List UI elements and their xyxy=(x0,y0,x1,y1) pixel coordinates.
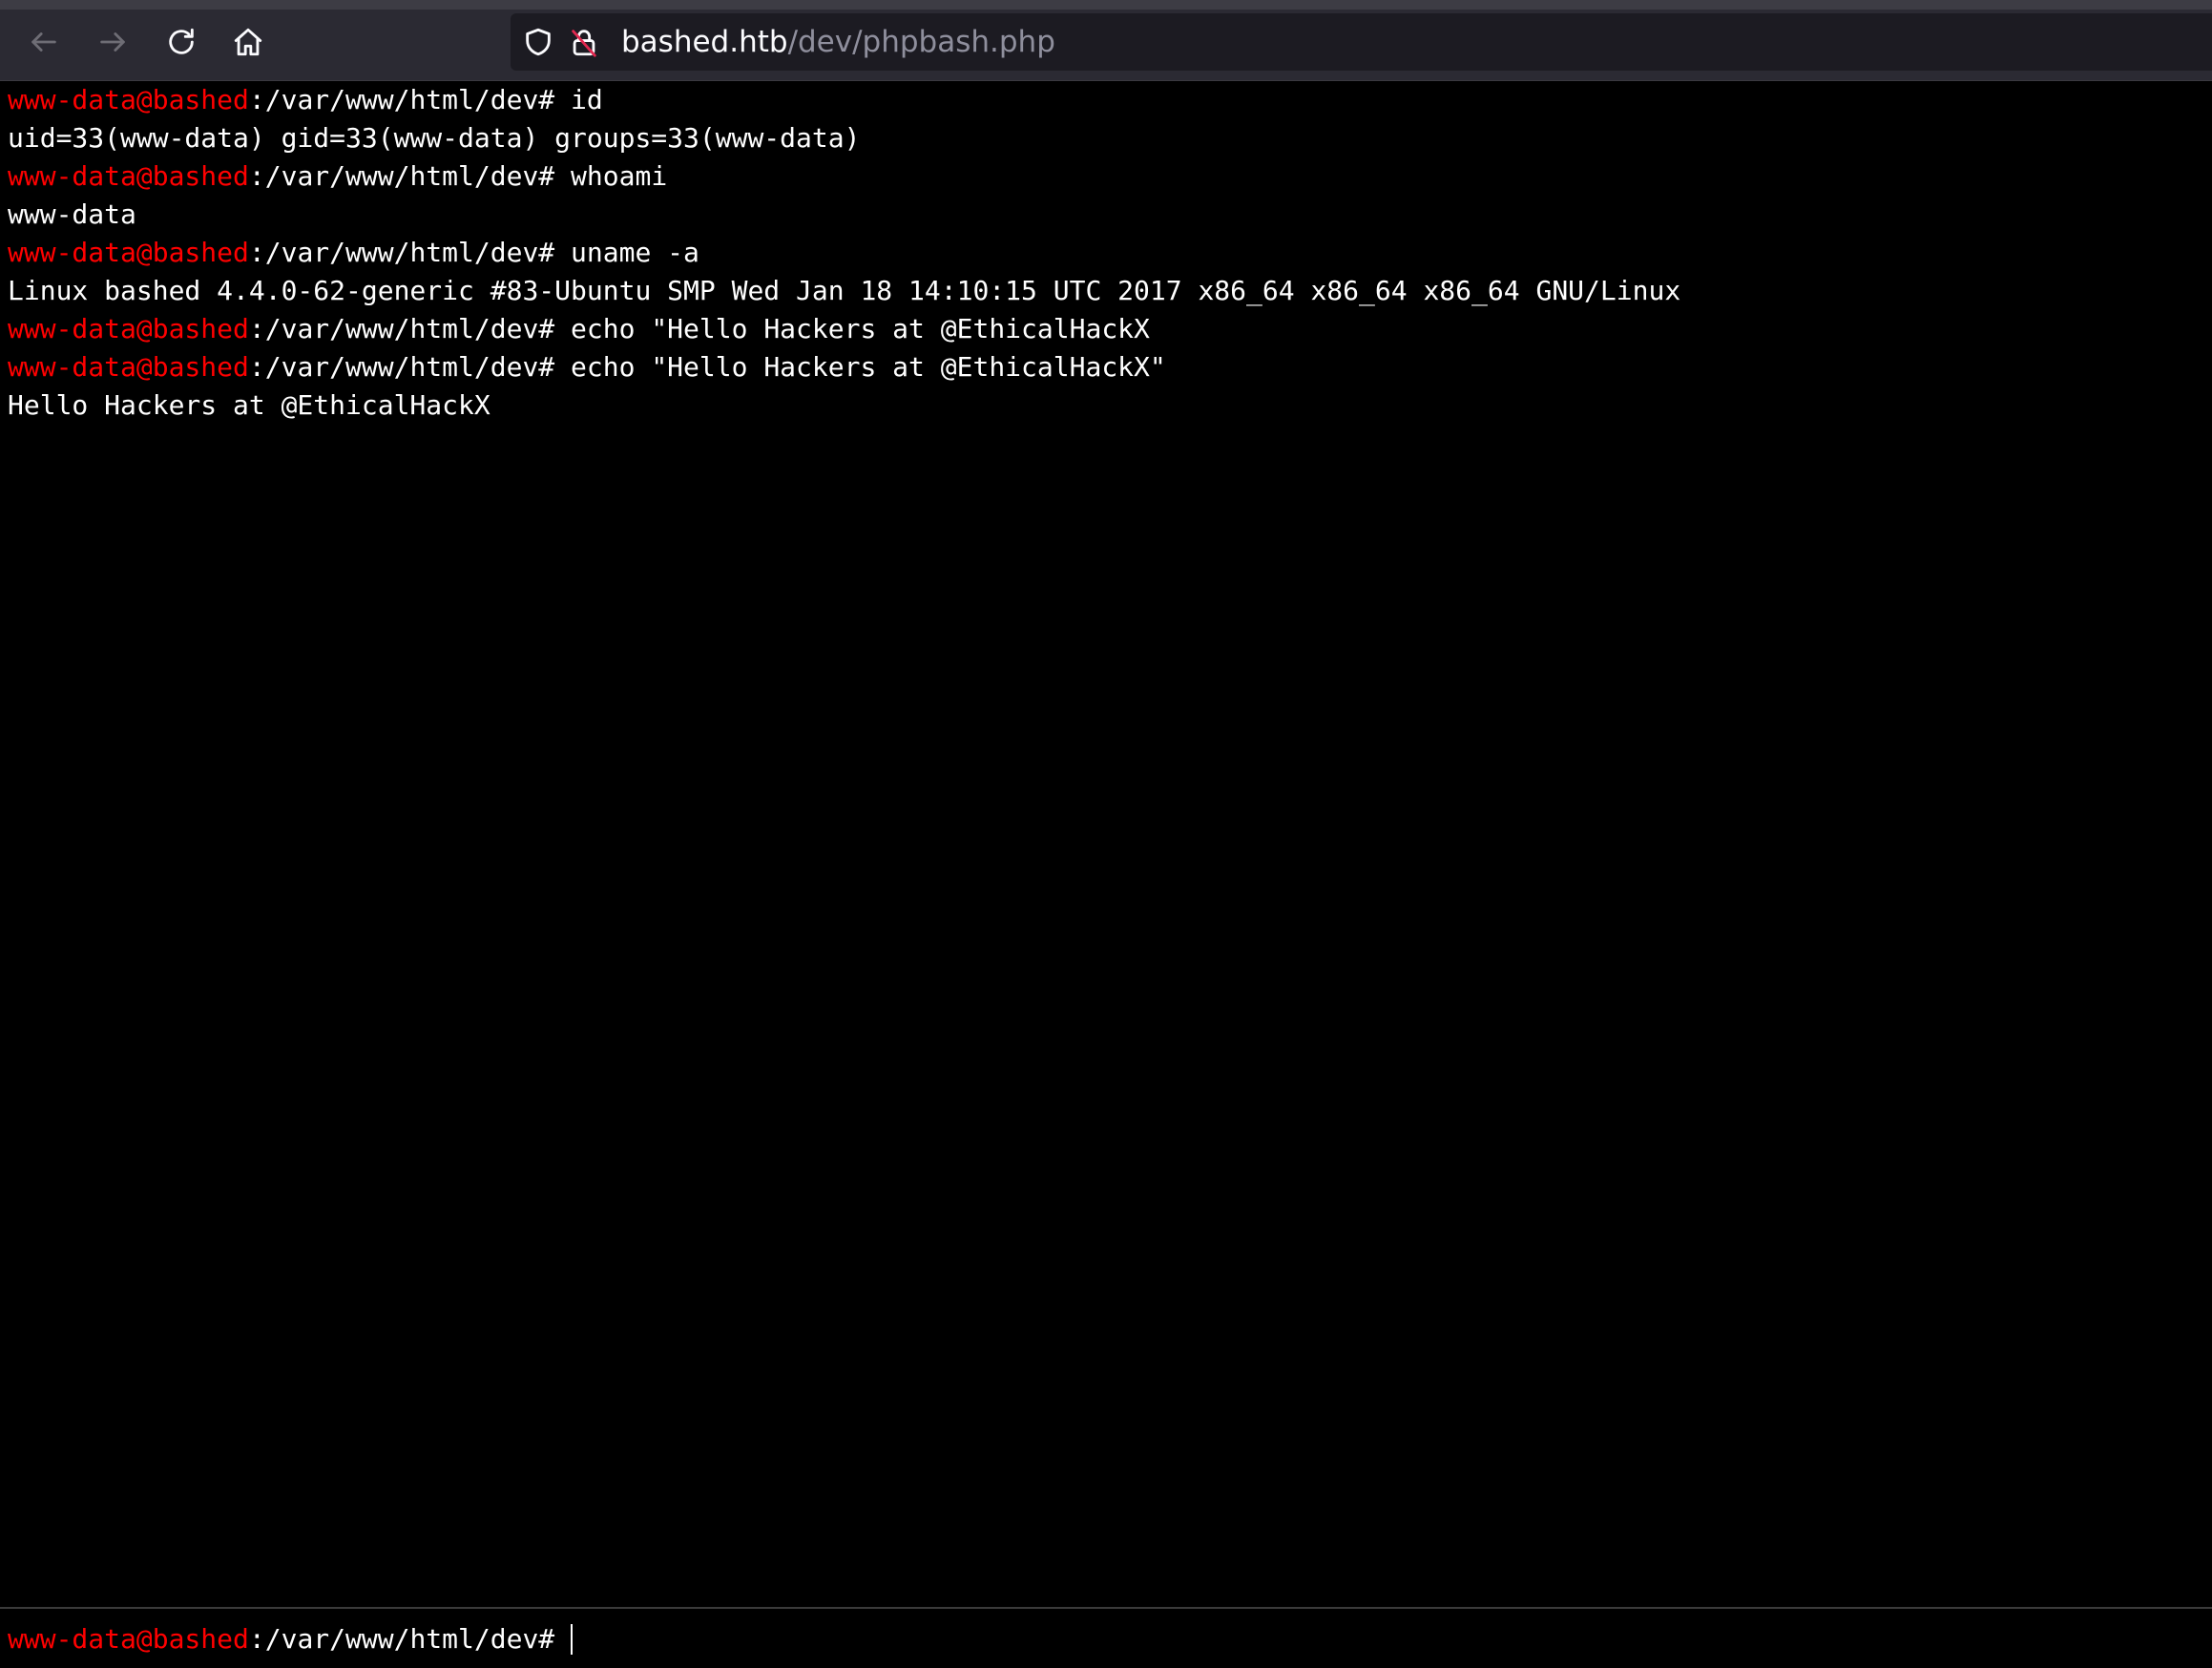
terminal-command-line: www-data@bashed:/var/www/html/dev# whoam… xyxy=(8,157,667,196)
forward-button[interactable] xyxy=(90,19,136,65)
prompt-path: :/var/www/html/dev# xyxy=(248,160,555,192)
insecure-lock-icon[interactable] xyxy=(566,24,602,60)
terminal-command-line: www-data@bashed:/var/www/html/dev# echo … xyxy=(8,348,1166,386)
browser-toolbar: bashed.htb/dev/phpbash.php xyxy=(0,0,2212,81)
terminal-output-line: uid=33(www-data) gid=33(www-data) groups… xyxy=(8,122,861,154)
terminal-command-line: www-data@bashed:/var/www/html/dev# uname… xyxy=(8,234,699,272)
terminal-output-line: www-data xyxy=(8,198,136,230)
text-caret xyxy=(571,1624,573,1655)
command-text: whoami xyxy=(554,160,668,192)
forward-arrow-icon xyxy=(100,32,125,52)
reload-icon xyxy=(169,28,194,54)
prompt-path: :/var/www/html/dev# xyxy=(248,1623,555,1655)
prompt-path: :/var/www/html/dev# xyxy=(248,351,555,383)
home-icon xyxy=(234,28,262,56)
prompt-user: www-data@bashed xyxy=(8,313,249,344)
reload-button[interactable] xyxy=(158,19,204,65)
command-text: uname -a xyxy=(554,237,699,268)
command-text: echo "Hello Hackers at @EthicalHackX xyxy=(554,313,1150,344)
terminal-output: www-data@bashed:/var/www/html/dev# id uid… xyxy=(0,81,2212,1606)
command-text: echo "Hello Hackers at @EthicalHackX" xyxy=(554,351,1166,383)
back-button[interactable] xyxy=(21,19,67,65)
terminal-command-line: www-data@bashed:/var/www/html/dev# id xyxy=(8,81,603,119)
prompt-path: :/var/www/html/dev# xyxy=(248,313,555,344)
shield-icon[interactable] xyxy=(520,24,556,60)
prompt-user: www-data@bashed xyxy=(8,351,249,383)
prompt-user: www-data@bashed xyxy=(8,84,249,115)
prompt-user: www-data@bashed xyxy=(8,160,249,192)
terminal-output-line: Hello Hackers at @EthicalHackX xyxy=(8,389,490,421)
prompt-user: www-data@bashed xyxy=(8,1623,249,1655)
prompt-path: :/var/www/html/dev# xyxy=(248,237,555,268)
command-input-area[interactable]: www-data@bashed:/var/www/html/dev# xyxy=(0,1607,2212,1668)
terminal-output-line: Linux bashed 4.4.0-62-generic #83-Ubuntu… xyxy=(8,275,1681,306)
back-arrow-icon xyxy=(31,32,56,52)
url-path: /dev/phpbash.php xyxy=(787,25,1055,59)
url-text[interactable]: bashed.htb/dev/phpbash.php xyxy=(621,25,1055,59)
tab-strip-edge xyxy=(0,0,2212,10)
command-input[interactable] xyxy=(569,1620,2191,1658)
prompt-path: :/var/www/html/dev# xyxy=(248,84,555,115)
home-button[interactable] xyxy=(225,19,271,65)
url-host: bashed.htb xyxy=(621,25,788,59)
terminal-command-line: www-data@bashed:/var/www/html/dev# echo … xyxy=(8,310,1150,348)
prompt-user: www-data@bashed xyxy=(8,237,249,268)
command-text: id xyxy=(554,84,603,115)
address-bar[interactable]: bashed.htb/dev/phpbash.php xyxy=(511,13,2212,71)
input-prompt: www-data@bashed:/var/www/html/dev# xyxy=(8,1620,554,1658)
